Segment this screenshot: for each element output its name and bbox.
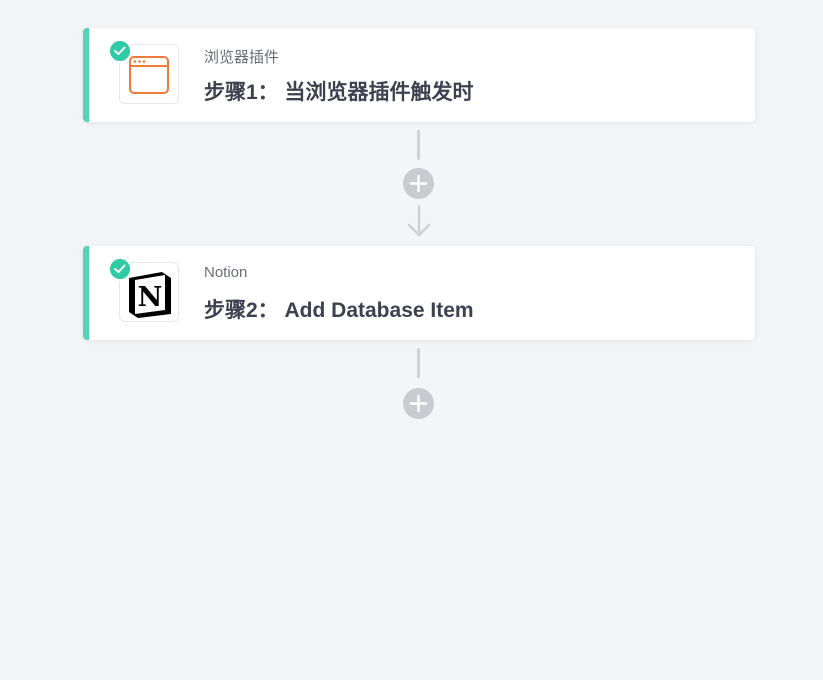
step-card-1[interactable]: 浏览器插件 步骤1： 当浏览器插件触发时 (83, 28, 755, 122)
svg-text:N: N (138, 282, 163, 313)
step-title: 步骤2： Add Database Item (204, 299, 474, 322)
add-step-button[interactable] (403, 388, 434, 419)
plus-icon (409, 394, 428, 413)
step-app-name: Notion (204, 264, 248, 281)
arrow-down-icon (406, 204, 432, 238)
connector-line (417, 130, 420, 160)
check-icon (108, 39, 132, 63)
step-app-name: 浏览器插件 (204, 49, 280, 66)
workflow-canvas: 浏览器插件 步骤1： 当浏览器插件触发时 N Notion 步骤2： Add D… (0, 0, 823, 680)
add-step-button[interactable] (403, 168, 434, 199)
plus-icon (409, 174, 428, 193)
check-icon (108, 257, 132, 281)
step-title: 步骤1： 当浏览器插件触发时 (204, 81, 474, 104)
connector-line (417, 348, 420, 378)
step-card-2[interactable]: N Notion 步骤2： Add Database Item (83, 246, 755, 340)
